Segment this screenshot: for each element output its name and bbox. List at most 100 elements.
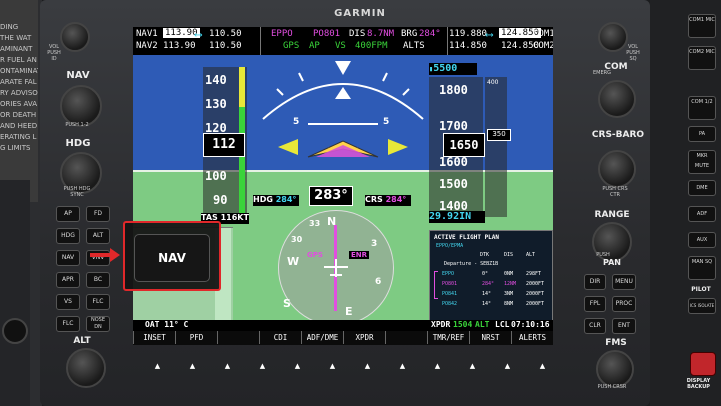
ap-vs-button[interactable]: VS bbox=[56, 294, 80, 310]
adf-button[interactable]: ADF bbox=[688, 206, 716, 222]
nav1-standby-freq[interactable]: 110.50 bbox=[209, 29, 242, 39]
fpl-alt: 298FT bbox=[526, 271, 542, 277]
placard-line: G LIMITS bbox=[0, 144, 31, 152]
table-row[interactable]: PO841 14° 3NM 2000FT bbox=[442, 291, 548, 299]
heading-bug-box: HDG 284° bbox=[253, 195, 299, 206]
table-row[interactable]: EPPO 0° 0NM 298FT bbox=[442, 271, 548, 279]
placard-line: DING bbox=[0, 23, 19, 31]
softkey-tmr-ref[interactable]: TMR/REF bbox=[427, 331, 469, 344]
softkey-button-9[interactable]: ▲ bbox=[435, 362, 440, 376]
fpl-title: ACTIVE FLIGHT PLAN bbox=[434, 234, 500, 241]
com1-standby-freq[interactable]: 119.880 bbox=[449, 29, 487, 39]
enr-mode-tag: ENR bbox=[349, 251, 370, 259]
mkr-mute-button[interactable]: MKR MUTE bbox=[688, 150, 716, 174]
bottom-status-bar: OAT 11° C XPDR 1504 ALT LCL 07:10:16 bbox=[133, 320, 553, 331]
fd-button[interactable]: FD bbox=[86, 206, 110, 222]
softkey-xpdr[interactable]: XPDR bbox=[343, 331, 385, 344]
com2-mic-button[interactable]: COM2 MIC bbox=[688, 46, 716, 70]
fpl-dis: 12NM bbox=[504, 281, 517, 287]
volume-knob-nav[interactable] bbox=[60, 22, 90, 52]
airspeed-normal-band bbox=[239, 107, 245, 215]
table-row[interactable]: PO842 14° 8NM 2000FT bbox=[442, 301, 548, 309]
pitch-line-5-up bbox=[308, 123, 378, 125]
fms-knob[interactable] bbox=[596, 350, 634, 388]
nav-knob[interactable] bbox=[60, 85, 102, 127]
ent-button[interactable]: ENT bbox=[612, 318, 636, 334]
nose-dn-button[interactable]: NOSE DN bbox=[86, 316, 110, 332]
softkey-button-4[interactable]: ▲ bbox=[260, 362, 265, 376]
softkey-button-7[interactable]: ▲ bbox=[365, 362, 370, 376]
direct-to-button[interactable]: DIR bbox=[584, 274, 606, 290]
pilot-label: PILOT bbox=[691, 286, 711, 293]
push-crsr-label: PUSH CRSR bbox=[597, 384, 627, 390]
ap-bc-button[interactable]: BC bbox=[86, 272, 110, 288]
crs-baro-knob[interactable] bbox=[598, 150, 636, 188]
menu-button[interactable]: MENU bbox=[612, 274, 636, 290]
fpl-subtitle: EPPO/EPMA bbox=[436, 243, 464, 249]
softkey-button-2[interactable]: ▲ bbox=[190, 362, 195, 376]
physical-softkey-row: ▲ ▲ ▲ ▲ ▲ ▲ ▲ ▲ ▲ ▲ ▲ ▲ bbox=[140, 362, 560, 376]
softkey-button-10[interactable]: ▲ bbox=[470, 362, 475, 376]
nav2-standby-freq[interactable]: 110.50 bbox=[209, 41, 242, 51]
softkey-button-12[interactable]: ▲ bbox=[540, 362, 545, 376]
proc-button[interactable]: PROC bbox=[612, 296, 636, 312]
heading-readout: 283° bbox=[309, 186, 353, 206]
display-backup-button[interactable] bbox=[690, 352, 716, 376]
aux-button[interactable]: AUX bbox=[688, 232, 716, 248]
softkey-button-6[interactable]: ▲ bbox=[330, 362, 335, 376]
fpl-dis: 8NM bbox=[504, 301, 514, 307]
com2-standby-freq[interactable]: 114.850 bbox=[449, 41, 487, 51]
fpl-dis: 3NM bbox=[504, 291, 514, 297]
com-knob[interactable] bbox=[598, 80, 636, 118]
nav2-active-freq[interactable]: 113.90 bbox=[163, 41, 196, 51]
ap-alt-button[interactable]: ALT bbox=[86, 228, 110, 244]
placard-line: ERATING L bbox=[0, 133, 37, 141]
dme-button[interactable]: DME bbox=[688, 180, 716, 196]
softkey-cdi[interactable]: CDI bbox=[259, 331, 301, 344]
softkey-blank-2[interactable] bbox=[385, 331, 427, 344]
nav1-label: NAV1 bbox=[136, 29, 158, 39]
altitude-readout: 1650 bbox=[443, 133, 485, 157]
com1-mic-button[interactable]: COM1 MIC bbox=[688, 14, 716, 38]
ap-hdg-button[interactable]: HDG bbox=[56, 228, 80, 244]
compass-e: E bbox=[345, 305, 353, 318]
softkey-alerts[interactable]: ALERTS bbox=[511, 331, 553, 344]
man-sq-button[interactable]: MAN SQ bbox=[688, 256, 716, 280]
placard-line: ONTAMINAT bbox=[0, 67, 38, 75]
softkey-button-5[interactable]: ▲ bbox=[295, 362, 300, 376]
com-swap-arrow-icon: ⟷ bbox=[486, 28, 493, 41]
softkey-inset[interactable]: INSET bbox=[133, 331, 175, 344]
table-row[interactable]: PO801 284° 12NM 2000FT bbox=[442, 281, 548, 289]
placard-line: RY ADVISO bbox=[0, 89, 38, 97]
ap-apr-button[interactable]: APR bbox=[56, 272, 80, 288]
ics-isolate-button[interactable]: ICS ISOLATE bbox=[688, 298, 716, 314]
ap-flc2-button[interactable]: FLC bbox=[56, 316, 80, 332]
dis-value: 8.7NM bbox=[367, 29, 395, 39]
ap-button[interactable]: AP bbox=[56, 206, 80, 222]
gps-mode: GPS bbox=[283, 41, 300, 51]
fpl-wpt: PO842 bbox=[442, 301, 458, 307]
softkey-blank-1[interactable] bbox=[217, 331, 259, 344]
clr-button[interactable]: CLR bbox=[584, 318, 606, 334]
softkey-bar: INSET PFD CDI ADF/DME XPDR TMR/REF NRST … bbox=[133, 331, 553, 345]
softkey-button-8[interactable]: ▲ bbox=[400, 362, 405, 376]
softkey-button-11[interactable]: ▲ bbox=[505, 362, 510, 376]
softkey-nrst[interactable]: NRST bbox=[469, 331, 511, 344]
airspeed-tick-140: 140 bbox=[205, 73, 227, 87]
local-time: 07:10:16 bbox=[511, 320, 550, 329]
placard-line: ORIES AVA bbox=[0, 100, 37, 108]
xpdr-label: XPDR bbox=[431, 320, 451, 329]
com12-button[interactable]: COM 1/2 bbox=[688, 96, 716, 120]
softkey-adf-dme[interactable]: ADF/DME bbox=[301, 331, 343, 344]
range-label: RANGE bbox=[594, 210, 630, 220]
fpl-header-alt: ALT bbox=[526, 252, 536, 258]
softkey-button-3[interactable]: ▲ bbox=[225, 362, 230, 376]
softkey-pfd[interactable]: PFD bbox=[175, 331, 217, 344]
alt-knob[interactable] bbox=[66, 348, 106, 388]
nav-callout-button[interactable]: NAV bbox=[134, 234, 210, 282]
fpl-button[interactable]: FPL bbox=[584, 296, 606, 312]
ap-flc-button[interactable]: FLC bbox=[86, 294, 110, 310]
ap-nav-button[interactable]: NAV bbox=[56, 250, 80, 266]
pa-button[interactable]: PA bbox=[688, 126, 716, 142]
softkey-button-1[interactable]: ▲ bbox=[155, 362, 160, 376]
